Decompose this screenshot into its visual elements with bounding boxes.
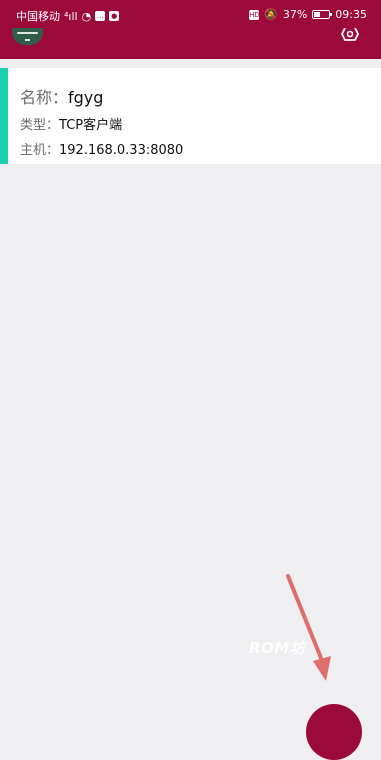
status-right: HD 🔕 37% 09:35 — [249, 8, 367, 21]
hd-icon: HD — [249, 9, 260, 20]
silent-icon: 🔕 — [264, 8, 278, 21]
settings-icon — [340, 27, 360, 41]
battery-icon — [312, 10, 333, 19]
pointer-arrow — [286, 574, 331, 681]
menu-icon[interactable] — [12, 28, 43, 45]
penguin-icon: ● — [109, 11, 120, 21]
host-label: 主机： — [20, 143, 60, 158]
connection-host-row: 主机： 192.168.0.33:8080 — [20, 139, 183, 158]
type-label: 类型： — [20, 118, 60, 133]
host-value: 192.168.0.33:8080 — [59, 143, 184, 158]
name-value: fgyg — [68, 88, 104, 107]
chat-icon: … — [95, 11, 106, 21]
signal-icon: ⁴ıll — [64, 9, 78, 23]
settings-button[interactable] — [339, 27, 361, 46]
connection-type-row: 类型： TCP客户端 — [20, 114, 122, 133]
battery-percent: 37% — [282, 8, 308, 21]
status-bar: 中国移动 ⁴ıll ◔ … ● HD 🔕 37% 09:35 — [0, 0, 381, 28]
carrier-name: 中国移动 — [16, 10, 60, 23]
wifi-icon: ◔ — [81, 9, 92, 23]
status-left: 中国移动 ⁴ıll ◔ … ● — [16, 8, 120, 24]
type-value: TCP客户端 — [59, 118, 123, 133]
name-label: 名称： — [20, 88, 69, 107]
status-time: 09:35 — [335, 8, 367, 21]
app-bar — [0, 27, 381, 59]
add-connection-button[interactable] — [306, 704, 362, 760]
watermark: ROM坊 — [249, 639, 306, 657]
connection-card[interactable]: 名称： fgyg 类型： TCP客户端 主机： 192.168.0.33:808… — [0, 68, 381, 164]
connection-name-row: 名称： fgyg — [20, 84, 103, 108]
